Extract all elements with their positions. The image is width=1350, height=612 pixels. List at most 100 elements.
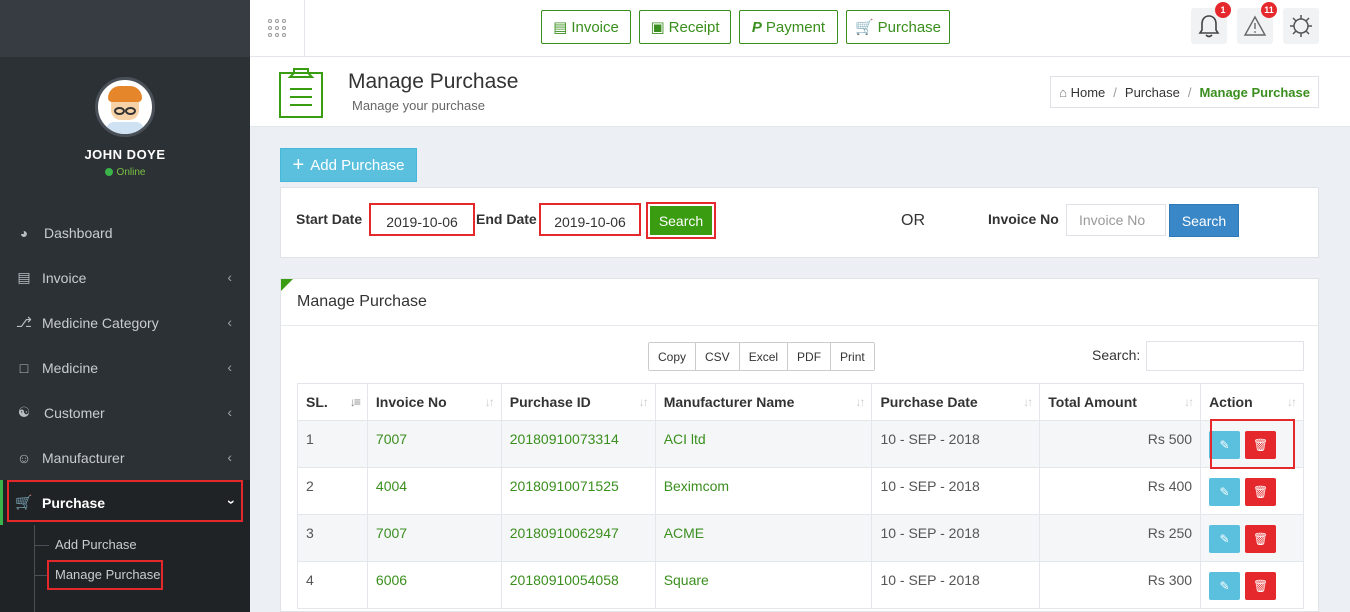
- edit-button[interactable]: ✎: [1209, 525, 1241, 553]
- submenu-item-add-purchase[interactable]: Add Purchase: [35, 537, 137, 552]
- cell-manufacturer-link[interactable]: Beximcom: [654, 467, 873, 515]
- settings-button[interactable]: [1283, 8, 1319, 44]
- breadcrumb-home[interactable]: ⌂ Home: [1059, 85, 1105, 100]
- breadcrumb-purchase[interactable]: Purchase: [1125, 85, 1180, 100]
- copy-button[interactable]: Copy: [649, 343, 697, 370]
- invoice-no-label: Invoice No: [988, 211, 1059, 227]
- highlight-box: [47, 560, 163, 590]
- sidebar-item-customer[interactable]: ☯ Customer ‹: [0, 390, 250, 435]
- sort-icon: ↓↑: [1023, 395, 1033, 409]
- cell-amount: Rs 500: [1039, 420, 1202, 468]
- money-icon: ▣: [650, 19, 665, 36]
- column-header-action[interactable]: Action ↓↑: [1200, 383, 1304, 421]
- sidebar-item-medicine[interactable]: □ Medicine ‹: [0, 345, 250, 390]
- bell-icon: [1198, 15, 1220, 38]
- chevron-left-icon: ‹: [227, 449, 232, 465]
- sort-icon: ↓↑: [638, 395, 649, 409]
- cell-actions: ✎ 🗑: [1200, 561, 1304, 609]
- filter-panel: Start Date 2019-10-06 End Date 2019-10-0…: [280, 187, 1319, 258]
- trash-icon: 🗑: [1252, 532, 1269, 546]
- header-payment-button[interactable]: P Payment: [739, 10, 838, 44]
- sidebar-item-label: Manufacturer: [42, 449, 125, 466]
- page-subtitle: Manage your purchase: [352, 98, 485, 113]
- cart-icon: 🛒: [854, 19, 874, 36]
- sidebar-item-manufacturer[interactable]: ☺ Manufacturer ‹: [0, 435, 250, 480]
- cell-purchase-id-link[interactable]: 20180910071525: [500, 467, 656, 515]
- header-purchase-button[interactable]: 🛒 Purchase: [846, 10, 950, 44]
- cell-amount: Rs 400: [1039, 467, 1202, 515]
- column-header-purchase-date[interactable]: Purchase Date ↓↑: [871, 383, 1041, 421]
- pencil-icon: ✎: [1219, 532, 1230, 546]
- sidebar-item-medicine-category[interactable]: ⎇ Medicine Category ‹: [0, 300, 250, 345]
- header-button-label: Purchase: [877, 18, 942, 36]
- print-button[interactable]: Print: [831, 343, 874, 370]
- table-search-input[interactable]: [1146, 341, 1304, 371]
- online-dot-icon: [104, 168, 113, 176]
- panel-title: Manage Purchase: [297, 293, 427, 310]
- cell-date: 10 - SEP - 2018: [871, 514, 1041, 562]
- paypal-icon: P: [751, 18, 762, 36]
- table-row: 1 7007 20180910073314 ACI ltd 10 - SEP -…: [297, 420, 1304, 468]
- pdf-button[interactable]: PDF: [788, 343, 832, 370]
- page-header: Manage Purchase Manage your purchase ⌂ H…: [250, 57, 1350, 127]
- sort-asc-icon: ↓≡: [349, 395, 361, 409]
- end-date-input[interactable]: 2019-10-06: [539, 203, 641, 236]
- excel-button[interactable]: Excel: [739, 343, 789, 370]
- cell-purchase-id-link[interactable]: 20180910054058: [500, 561, 656, 609]
- cell-sl: 3: [297, 514, 368, 562]
- column-header-invoice-no[interactable]: Invoice No ↓↑: [366, 383, 502, 421]
- sidebar-item-label: Dashboard: [44, 224, 113, 241]
- header-button-label: Payment: [765, 18, 826, 36]
- delete-button[interactable]: 🗑: [1245, 525, 1277, 553]
- delete-button[interactable]: 🗑: [1245, 478, 1277, 506]
- column-header-purchase-id[interactable]: Purchase ID ↓↑: [500, 383, 656, 421]
- notifications-button[interactable]: 1: [1191, 2, 1231, 44]
- purchase-table-panel: Manage Purchase Copy CSV Excel PDF Print…: [280, 278, 1319, 612]
- edit-button[interactable]: ✎: [1209, 478, 1241, 506]
- cell-purchase-id-link[interactable]: 20180910073314: [500, 420, 656, 468]
- panel-corner: [281, 279, 293, 291]
- sidebar-item-dashboard[interactable]: ◕ Dashboard: [0, 210, 250, 255]
- app-grid-button[interactable]: [250, 0, 305, 56]
- cell-manufacturer-link[interactable]: Square: [654, 561, 873, 609]
- cell-purchase-id-link[interactable]: 20180910062947: [500, 514, 656, 562]
- cell-date: 10 - SEP - 2018: [871, 561, 1041, 609]
- header-receipt-button[interactable]: ▣ Receipt: [639, 10, 731, 44]
- manufacturer-icon: ☺: [16, 449, 32, 466]
- cell-sl: 4: [297, 561, 368, 609]
- plus-icon: +: [292, 154, 305, 176]
- avatar[interactable]: [95, 77, 155, 137]
- cell-manufacturer-link[interactable]: ACI ltd: [654, 420, 873, 468]
- column-header-total-amount[interactable]: Total Amount ↓↑: [1039, 383, 1202, 421]
- header-invoice-button[interactable]: ▤ Invoice: [541, 10, 631, 44]
- cell-invoice-link[interactable]: 7007: [366, 514, 502, 562]
- invoice-search-button[interactable]: Search: [1169, 204, 1239, 237]
- header-button-label: Receipt: [668, 18, 720, 36]
- cell-manufacturer-link[interactable]: ACME: [654, 514, 873, 562]
- date-search-button[interactable]: Search: [646, 202, 716, 239]
- column-header-sl[interactable]: SL. ↓≡: [297, 383, 368, 421]
- table-row: 4 6006 20180910054058 Square 10 - SEP - …: [297, 561, 1304, 609]
- column-label: Purchase Date: [880, 394, 978, 410]
- add-purchase-button[interactable]: + Add Purchase: [280, 148, 417, 182]
- cell-invoice-link[interactable]: 7007: [366, 420, 502, 468]
- sidebar-item-label: Medicine: [42, 359, 99, 376]
- cell-invoice-link[interactable]: 4004: [366, 467, 502, 515]
- start-date-input[interactable]: 2019-10-06: [369, 203, 475, 236]
- cell-sl: 2: [297, 467, 368, 515]
- sidebar-logo-area: [0, 0, 250, 57]
- user-status-text: Online: [116, 167, 146, 178]
- sidebar-item-invoice[interactable]: ▤ Invoice ‹: [0, 255, 250, 300]
- csv-button[interactable]: CSV: [696, 343, 740, 370]
- invoice-no-input[interactable]: Invoice No: [1066, 204, 1166, 236]
- cell-invoice-link[interactable]: 6006: [366, 561, 502, 609]
- cell-amount: Rs 300: [1039, 561, 1202, 609]
- edit-button[interactable]: ✎: [1209, 572, 1241, 600]
- highlight-box: [1210, 419, 1295, 469]
- breadcrumb-current: Manage Purchase: [1199, 84, 1310, 100]
- breadcrumb: ⌂ Home / Purchase / Manage Purchase: [1050, 76, 1319, 108]
- delete-button[interactable]: 🗑: [1245, 572, 1277, 600]
- column-header-manufacturer[interactable]: Manufacturer Name ↓↑: [654, 383, 873, 421]
- column-label: SL.: [306, 394, 328, 410]
- alerts-button[interactable]: 11: [1237, 2, 1277, 44]
